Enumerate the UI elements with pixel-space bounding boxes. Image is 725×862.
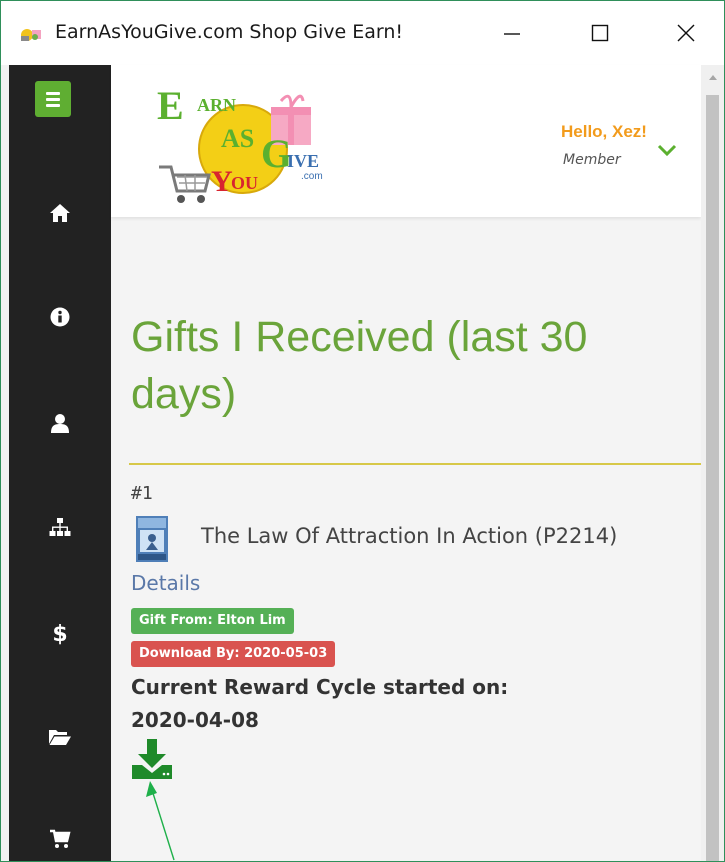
svg-text:E: E [157,83,184,128]
sidebar-item-cart[interactable] [9,809,111,861]
window-title: EarnAsYouGive.com Shop Give Earn! [55,21,403,43]
download-button[interactable] [129,737,175,781]
shopping-cart-icon [50,829,71,848]
close-icon [677,24,695,42]
site-header: E ARN AS G IVE .com Y OU Hello, Xez! Mem… [111,65,701,217]
menu-icon [46,91,60,95]
svg-text:ARN: ARN [197,95,236,115]
dollar-icon: $ [52,622,67,646]
user-role: Member [563,152,621,168]
info-icon [50,307,70,327]
folder-open-icon [49,730,71,745]
gift-number: #1 [131,483,153,504]
section-divider [129,463,701,465]
svg-text:$: $ [52,622,67,646]
sidebar: $ [9,65,111,861]
sidebar-item-files[interactable] [9,707,111,767]
sidebar-item-home[interactable] [9,183,111,243]
scroll-up-button[interactable] [701,65,724,89]
user-icon [51,414,69,433]
maximize-button[interactable] [577,15,623,51]
book-cover-image[interactable] [136,516,168,562]
scroll-thumb[interactable] [706,95,719,861]
sidebar-item-info[interactable] [9,287,111,347]
site-logo[interactable]: E ARN AS G IVE .com Y OU [151,79,341,209]
minimize-icon [504,33,520,35]
sidebar-item-profile[interactable] [9,393,111,453]
user-greeting[interactable]: Hello, Xez! [561,122,647,142]
chevron-down-icon[interactable] [657,143,677,157]
scroll-up-arrow-icon [708,75,717,80]
gift-from-badge: Gift From: Elton Lim [131,608,294,634]
download-icon [132,739,172,779]
sidebar-item-earnings[interactable]: $ [9,603,111,663]
close-button[interactable] [663,15,709,51]
sidebar-item-network[interactable] [9,497,111,557]
page-title: Gifts I Received (last 30 days) [131,313,588,418]
menu-toggle-button[interactable] [35,81,71,117]
download-by-badge: Download By: 2020-05-03 [131,641,336,667]
vertical-scrollbar[interactable] [701,65,724,861]
maximize-icon [591,24,609,42]
browser-window: EarnAsYouGive.com Shop Give Earn! $ E AR… [0,0,725,862]
main-content: E ARN AS G IVE .com Y OU Hello, Xez! Mem… [111,65,701,861]
title-bar: EarnAsYouGive.com Shop Give Earn! [1,1,724,65]
sitemap-icon [49,518,71,536]
svg-text:Y: Y [211,165,233,198]
svg-text:AS: AS [221,124,254,153]
reward-cycle-label: Current Reward Cycle started on: [131,675,509,699]
svg-text:IVE: IVE [287,151,319,171]
svg-text:OU: OU [231,173,258,193]
app-icon [21,29,41,41]
details-link[interactable]: Details [131,571,200,595]
reward-cycle-date: 2020-04-08 [131,708,259,732]
minimize-button[interactable] [489,15,535,51]
home-icon [50,204,70,222]
gift-title: The Law Of Attraction In Action (P2214) [201,524,618,548]
svg-text:.com: .com [301,171,323,182]
